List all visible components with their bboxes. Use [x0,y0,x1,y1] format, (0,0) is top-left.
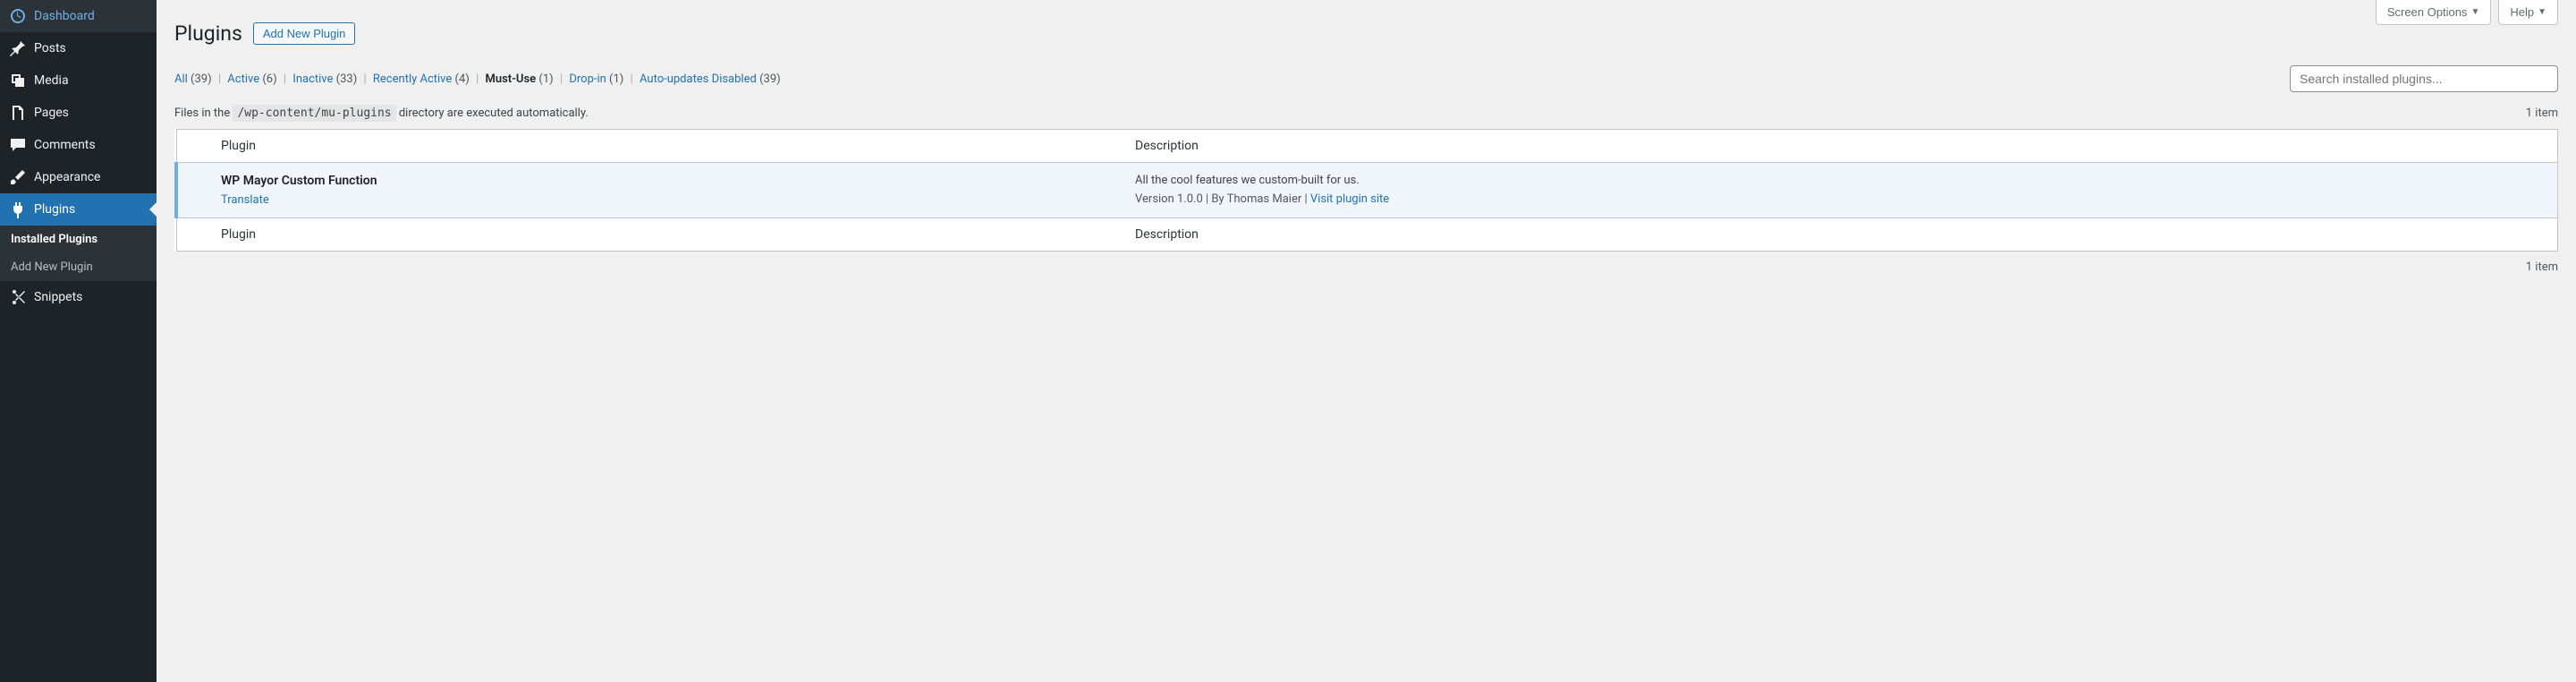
page-heading: Plugins Add New Plugin [174,21,2558,46]
sidebar-item-label: Comments [34,138,96,152]
filter-count: (1) [609,72,623,86]
screen-options-button[interactable]: Screen Options ▼ [2376,0,2492,25]
page-title: Plugins [174,21,242,46]
filter-count: (39) [759,72,781,86]
checkbox-column-footer [176,218,212,251]
dashboard-icon [9,7,27,25]
sidebar-item-comments[interactable]: Comments [0,129,157,161]
info-row: Files in the /wp-content/mu-plugins dire… [174,107,2558,120]
mu-plugins-info: Files in the /wp-content/mu-plugins dire… [174,107,589,120]
filter-count: (4) [455,72,470,86]
sidebar-item-label: Media [34,73,69,88]
page-icon [9,104,27,122]
directory-path: /wp-content/mu-plugins [233,105,395,122]
top-actions: Screen Options ▼ Help ▼ [2376,0,2558,25]
filter-count: (39) [191,72,212,86]
scissors-icon [9,288,27,306]
caret-down-icon: ▼ [2538,7,2546,17]
filter-auto-updates-disabled[interactable]: Auto-updates Disabled [640,72,757,86]
visit-plugin-site-link[interactable]: Visit plugin site [1310,192,1389,206]
plugin-description: All the cool features we custom-built fo… [1135,174,2548,187]
plug-icon [9,200,27,218]
filter-count: (33) [336,72,358,86]
sidebar-item-label: Pages [34,106,69,120]
sidebar-item-pages[interactable]: Pages [0,97,157,129]
filter-links: All (39) | Active (6) | Inactive (33) | … [174,72,781,86]
filter-must-use[interactable]: Must-Use [485,72,536,86]
items-count-top: 1 item [2526,107,2558,120]
plugin-description-cell: All the cool features we custom-built fo… [1126,163,2557,218]
row-checkbox-cell [176,163,212,218]
filter-active[interactable]: Active [227,72,259,86]
plugin-name: WP Mayor Custom Function [221,174,1117,188]
filter-count: (6) [262,72,276,86]
pin-icon [9,39,27,57]
filter-all[interactable]: All [174,72,188,86]
plugin-meta: Version 1.0.0 | By Thomas Maier | Visit … [1135,192,2548,206]
sidebar-item-media[interactable]: Media [0,64,157,97]
sidebar-item-posts[interactable]: Posts [0,32,157,64]
submenu-add-new-plugin[interactable]: Add New Plugin [0,253,157,281]
translate-link[interactable]: Translate [221,193,269,207]
search-input[interactable] [2290,65,2558,92]
submenu-installed-plugins[interactable]: Installed Plugins [0,226,157,253]
sidebar-item-dashboard[interactable]: Dashboard [0,0,157,32]
plugin-column-header: Plugin [212,130,1126,163]
sidebar-item-snippets[interactable]: Snippets [0,281,157,313]
admin-sidebar: Dashboard Posts Media Pages Comments App… [0,0,157,682]
filter-drop-in[interactable]: Drop-in [569,72,606,86]
filter-row: All (39) | Active (6) | Inactive (33) | … [174,65,2558,92]
plugin-version: Version 1.0.0 [1135,192,1203,206]
plugins-submenu: Installed Plugins Add New Plugin [0,226,157,281]
sidebar-item-label: Posts [34,41,66,55]
plugin-column-footer: Plugin [212,218,1126,251]
items-count-bottom: 1 item [174,260,2558,274]
filter-count: (1) [538,72,553,86]
description-column-header: Description [1126,130,2557,163]
sidebar-item-label: Snippets [34,290,82,304]
sidebar-item-label: Plugins [34,202,75,217]
search-box [2290,65,2558,92]
caret-down-icon: ▼ [2470,7,2479,17]
plugins-table: Plugin Description WP Mayor Custom Funct… [174,129,2558,251]
help-button[interactable]: Help ▼ [2498,0,2558,25]
filter-recently-active[interactable]: Recently Active [373,72,452,86]
plugin-author: By Thomas Maier [1211,192,1301,206]
sidebar-item-label: Dashboard [34,9,95,23]
description-column-footer: Description [1126,218,2557,251]
sidebar-item-plugins[interactable]: Plugins [0,193,157,226]
filter-inactive[interactable]: Inactive [292,72,333,86]
sidebar-item-label: Appearance [34,170,100,184]
comment-icon [9,136,27,154]
main-content: Screen Options ▼ Help ▼ Plugins Add New … [157,0,2576,682]
checkbox-column-header [176,130,212,163]
plugin-name-cell: WP Mayor Custom Function Translate [212,163,1126,218]
media-icon [9,72,27,90]
plugin-row: WP Mayor Custom Function Translate All t… [176,163,2558,218]
sidebar-item-appearance[interactable]: Appearance [0,161,157,193]
add-new-plugin-button[interactable]: Add New Plugin [253,22,356,45]
brush-icon [9,168,27,186]
